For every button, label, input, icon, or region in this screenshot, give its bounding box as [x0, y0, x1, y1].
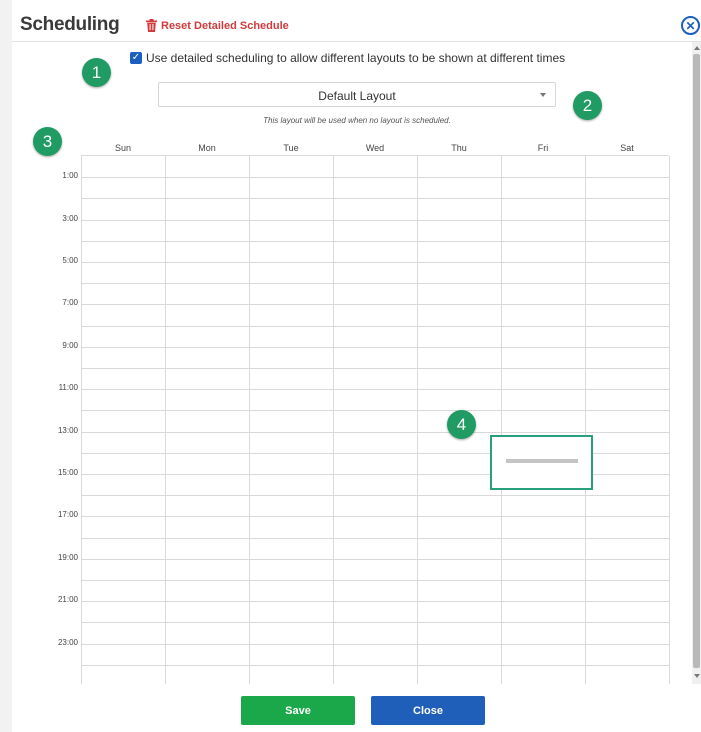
- dialog-header: Scheduling Reset Detailed Schedule ✕: [12, 0, 701, 42]
- dialog-title: Scheduling: [20, 14, 120, 35]
- grid-row-line: [82, 304, 670, 305]
- grid-row-line: [82, 241, 670, 242]
- day-header-sun: Sun: [114, 143, 131, 153]
- grid-row-line: [82, 516, 670, 517]
- grid-row-line: [82, 283, 670, 284]
- grid-row-line: [82, 177, 670, 178]
- grid-row-line: [82, 538, 670, 539]
- reset-detailed-schedule-button[interactable]: Reset Detailed Schedule: [146, 19, 289, 32]
- day-header-tue: Tue: [283, 143, 299, 153]
- day-header-fri: Fri: [537, 143, 549, 153]
- grid-row-line: [82, 410, 670, 411]
- grid-column-line: [585, 156, 586, 684]
- time-label: 7:00: [62, 298, 78, 307]
- grid-row-line: [82, 262, 670, 263]
- grid-row-line: [82, 622, 670, 623]
- time-label: 13:00: [57, 426, 78, 435]
- use-detailed-scheduling-checkbox[interactable]: ✓: [130, 52, 142, 64]
- dialog-footer: Save Close: [12, 684, 701, 732]
- drag-handle-bar[interactable]: [506, 459, 578, 463]
- day-header-thu: Thu: [451, 143, 467, 153]
- layout-note: This layout will be used when no layout …: [263, 116, 451, 125]
- close-icon[interactable]: ✕: [681, 16, 700, 35]
- time-label: 19:00: [57, 553, 78, 562]
- use-detailed-scheduling-label: Use detailed scheduling to allow differe…: [146, 51, 566, 65]
- time-label: 15:00: [57, 468, 78, 477]
- grid-column-line: [333, 156, 334, 684]
- callout-badge-2: 2: [573, 91, 602, 120]
- grid-row-line: [82, 665, 670, 666]
- time-label: 5:00: [62, 256, 78, 265]
- grid-row-line: [82, 580, 670, 581]
- chevron-down-icon: [540, 93, 546, 97]
- time-label: 3:00: [62, 214, 78, 223]
- day-header-sat: Sat: [620, 143, 634, 153]
- time-label: 17:00: [57, 510, 78, 519]
- default-layout-value: Default Layout: [318, 89, 396, 103]
- reset-detailed-schedule-label: Reset Detailed Schedule: [161, 19, 289, 32]
- trash-icon: [146, 19, 157, 32]
- grid-column-line: [501, 156, 502, 684]
- callout-badge-3: 3: [33, 127, 62, 156]
- grid-row-line: [82, 644, 670, 645]
- vertical-scrollbar[interactable]: [692, 42, 701, 684]
- grid-row-line: [82, 198, 670, 199]
- scheduling-dialog: Scheduling Reset Detailed Schedule ✕ ✓ U…: [12, 0, 701, 732]
- grid-row-line: [82, 326, 670, 327]
- close-button[interactable]: Close: [371, 696, 485, 725]
- callout-badge-4: 4: [447, 410, 476, 439]
- scroll-down-arrow-icon[interactable]: [694, 674, 700, 678]
- grid-row-line: [82, 432, 670, 433]
- default-layout-select[interactable]: Default Layout: [158, 82, 556, 107]
- grid-row-line: [82, 601, 670, 602]
- time-label: 1:00: [62, 171, 78, 180]
- weekly-schedule-grid[interactable]: [81, 155, 670, 684]
- grid-column-line: [417, 156, 418, 684]
- grid-column-line: [669, 156, 670, 684]
- day-header-wed: Wed: [365, 143, 385, 153]
- save-button[interactable]: Save: [241, 696, 355, 725]
- grid-row-line: [82, 220, 670, 221]
- grid-row-line: [82, 347, 670, 348]
- grid-column-line: [165, 156, 166, 684]
- grid-row-line: [82, 559, 670, 560]
- time-label: 9:00: [62, 341, 78, 350]
- day-header-mon: Mon: [198, 143, 216, 153]
- scrollbar-thumb[interactable]: [693, 54, 700, 668]
- time-label: 11:00: [58, 383, 78, 392]
- grid-row-line: [82, 389, 670, 390]
- use-detailed-scheduling-option[interactable]: ✓ Use detailed scheduling to allow diffe…: [130, 51, 565, 65]
- highlighted-schedule-slot[interactable]: [490, 435, 593, 490]
- scheduling-content: ✓ Use detailed scheduling to allow diffe…: [12, 42, 692, 684]
- grid-column-line: [249, 156, 250, 684]
- scroll-up-arrow-icon[interactable]: [694, 46, 700, 50]
- time-label: 21:00: [57, 595, 78, 604]
- callout-badge-1: 1: [82, 58, 111, 87]
- grid-row-line: [82, 495, 670, 496]
- time-label: 23:00: [57, 638, 78, 647]
- grid-row-line: [82, 368, 670, 369]
